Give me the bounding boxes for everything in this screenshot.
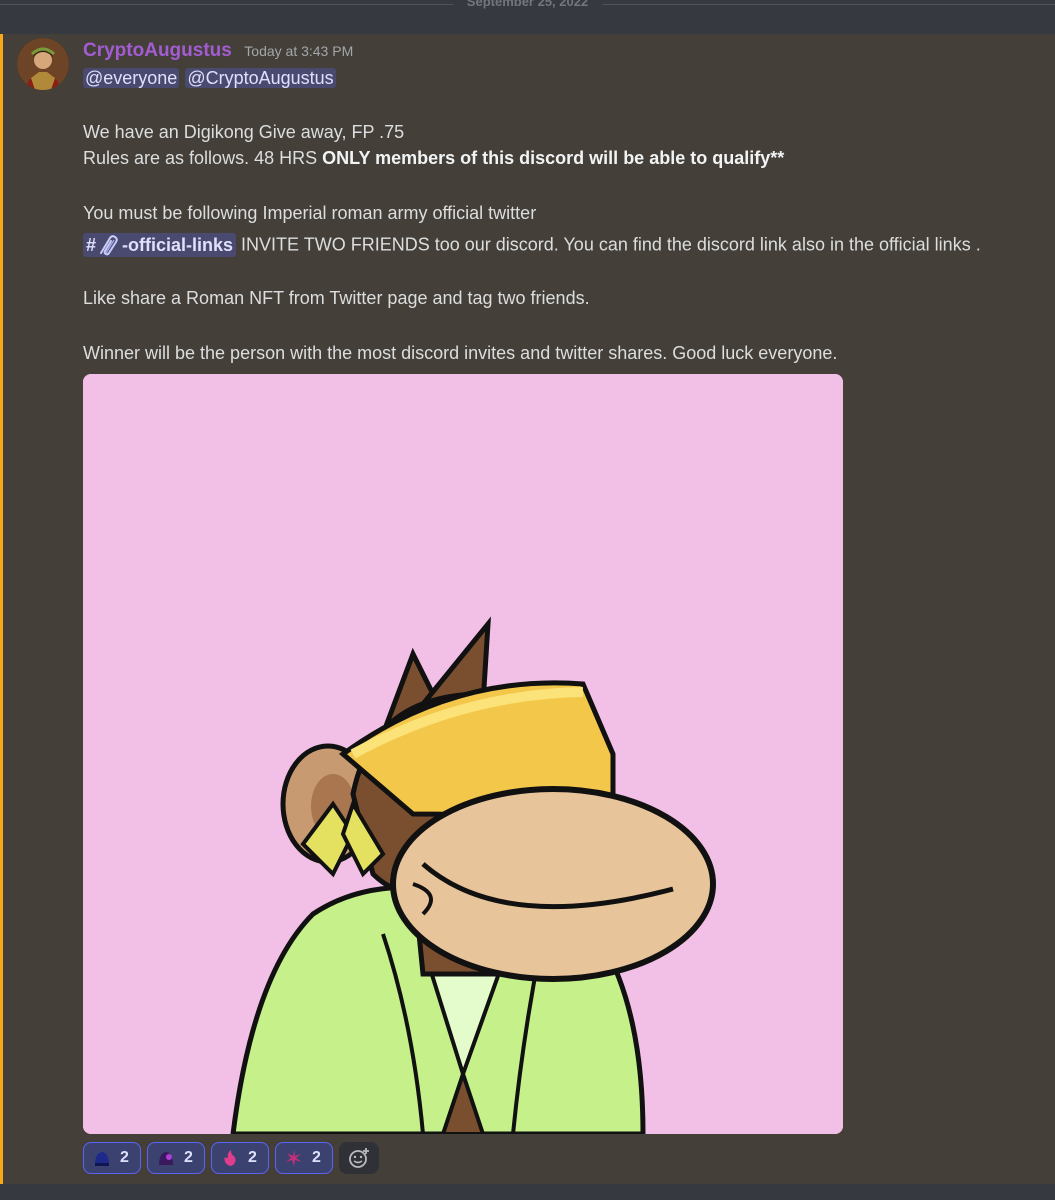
invite-text: INVITE TWO FRIENDS too our discord. You … <box>236 234 981 255</box>
chat-message: CryptoAugustus Today at 3:43 PM @everyon… <box>0 34 1055 1184</box>
add-reaction-button[interactable] <box>339 1142 379 1174</box>
message-line: We have an Digikong Give away, FP .75 <box>83 122 405 142</box>
mention-user[interactable]: @CryptoAugustus <box>185 68 336 88</box>
channel-hash: # <box>86 234 97 255</box>
reaction-count: 2 <box>120 1149 129 1166</box>
divider-date: September 25, 2022 <box>452 0 603 9</box>
paperclip-icon <box>100 235 118 256</box>
reaction-chip[interactable]: 2 <box>275 1142 333 1174</box>
reaction-count: 2 <box>184 1149 193 1166</box>
reaction-chip[interactable]: 2 <box>83 1142 141 1174</box>
rules-text: Rules are as follows. 48 HRS <box>83 148 323 168</box>
channel-name: -official-links <box>122 234 234 255</box>
reaction-chip[interactable]: 2 <box>147 1142 205 1174</box>
message-line: Like share a Roman NFT from Twitter page… <box>83 288 590 308</box>
reaction-chip[interactable]: 2 <box>211 1142 269 1174</box>
add-emoji-icon <box>349 1148 369 1168</box>
blue-helmet-emoji-icon <box>95 1152 109 1166</box>
bottom-strip <box>0 1184 1055 1200</box>
mentions-line: @everyone @CryptoAugustus <box>83 68 342 89</box>
date-divider: September 25, 2022 <box>0 0 1055 34</box>
avatar-image <box>17 38 69 90</box>
reaction-count: 2 <box>248 1149 257 1166</box>
username[interactable]: CryptoAugustus <box>83 40 232 61</box>
pink-spark-emoji-icon <box>286 1150 302 1166</box>
channel-link[interactable]: # -official-links <box>83 233 237 257</box>
monkey-nft-image <box>83 374 843 1134</box>
reactions-bar: 2 2 2 2 <box>83 1142 379 1174</box>
purple-helmet-emoji-icon <box>159 1152 173 1165</box>
message-line: Winner will be the person with the most … <box>83 343 838 363</box>
message-header: CryptoAugustus Today at 3:43 PM <box>83 40 353 62</box>
mention-everyone[interactable]: @everyone <box>83 68 180 88</box>
rules-bold-text: ONLY members of this discord will be abl… <box>322 148 785 168</box>
message-line: You must be following Imperial roman arm… <box>83 203 537 223</box>
pink-flame-emoji-icon <box>224 1150 236 1166</box>
timestamp[interactable]: Today at 3:43 PM <box>244 43 353 59</box>
image-attachment[interactable] <box>83 374 843 1134</box>
message-line-channel: # -official-links INVITE TWO FRIENDS too… <box>83 233 981 257</box>
reaction-count: 2 <box>312 1149 321 1166</box>
message-line-rules: Rules are as follows. 48 HRS ONLY member… <box>83 148 784 169</box>
avatar[interactable] <box>17 38 69 90</box>
